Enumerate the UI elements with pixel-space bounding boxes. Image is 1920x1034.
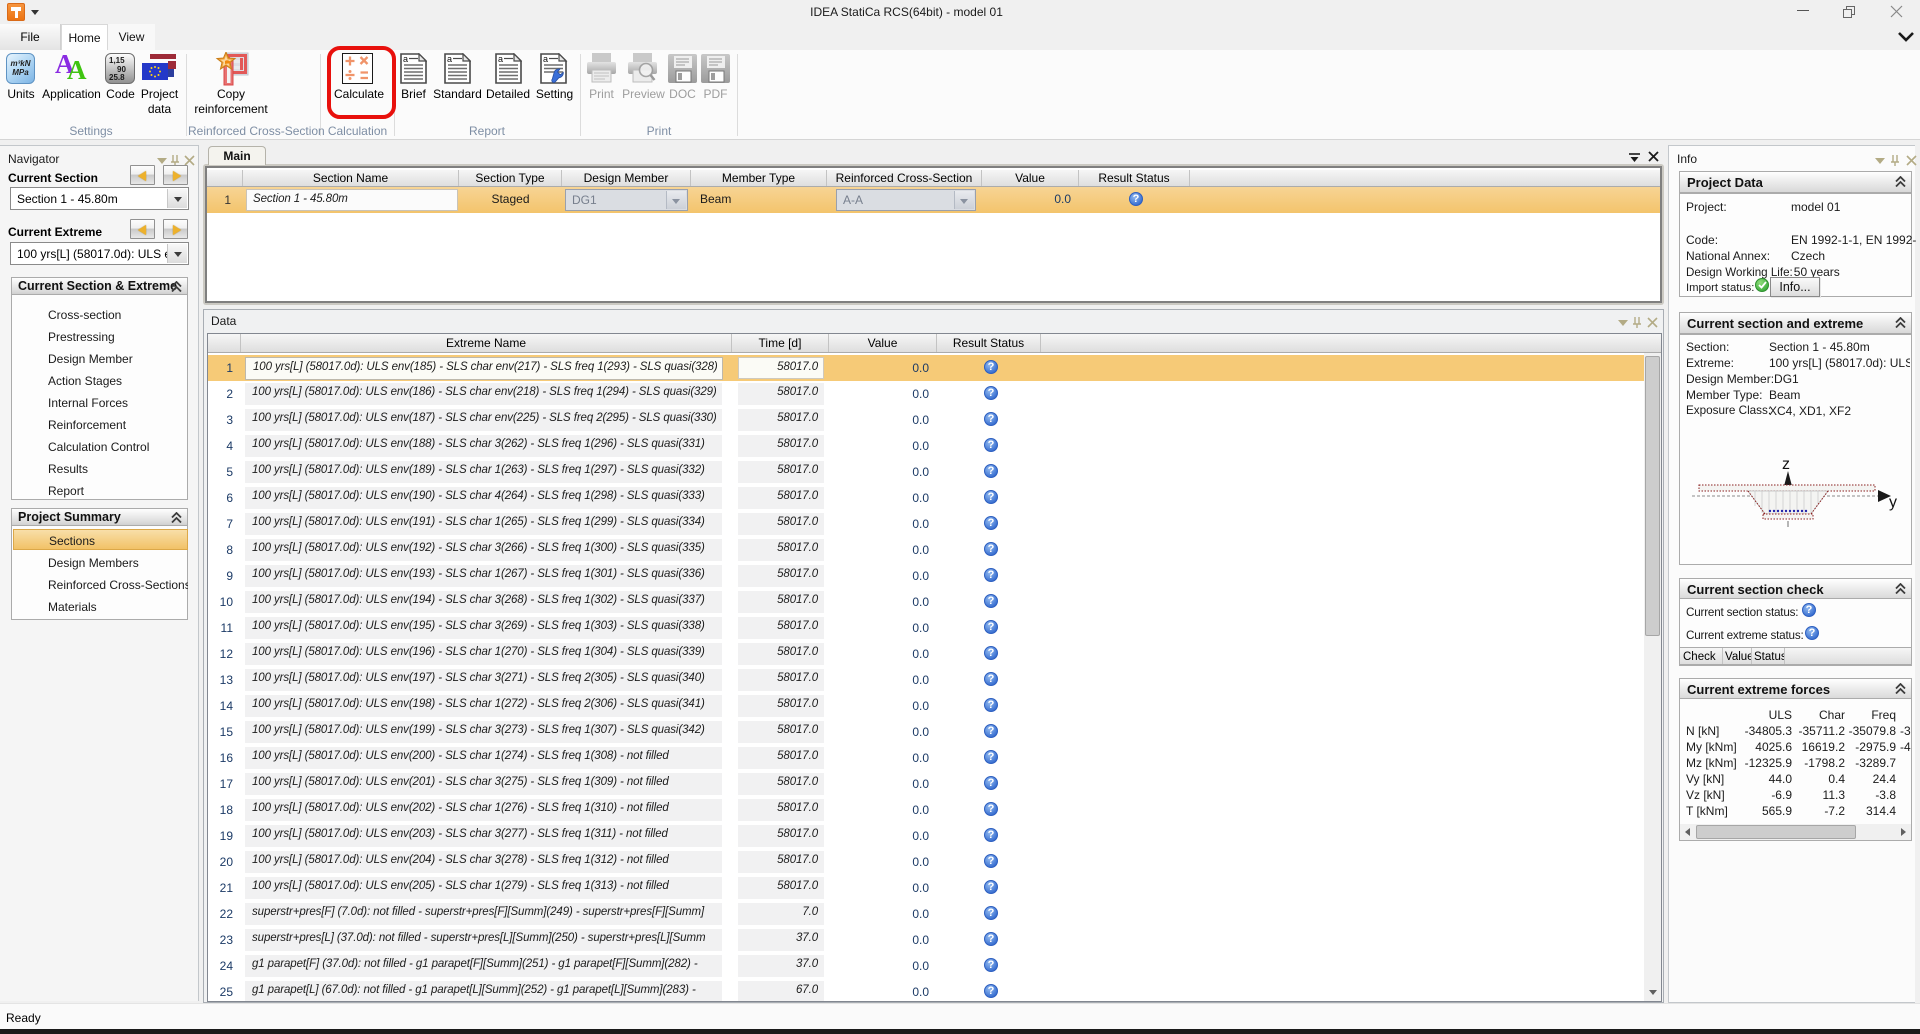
- svg-text:z: z: [1782, 456, 1790, 473]
- svg-text:a: a: [498, 54, 503, 64]
- svg-text:a: a: [447, 54, 452, 64]
- svg-text:a: a: [403, 54, 408, 64]
- svg-text:y: y: [1889, 494, 1897, 511]
- svg-text:a: a: [543, 54, 548, 64]
